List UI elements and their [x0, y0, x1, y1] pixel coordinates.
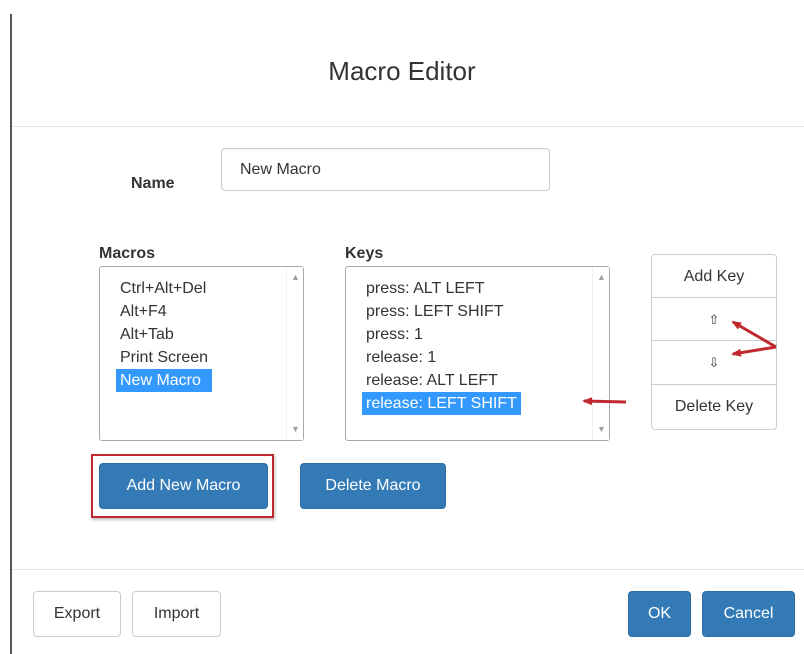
- arrow-to-up-button: [731, 320, 777, 349]
- arrow-to-down-button: [731, 345, 777, 357]
- arrow-to-selected-key: [582, 397, 627, 406]
- annotation-arrows: [582, 320, 777, 406]
